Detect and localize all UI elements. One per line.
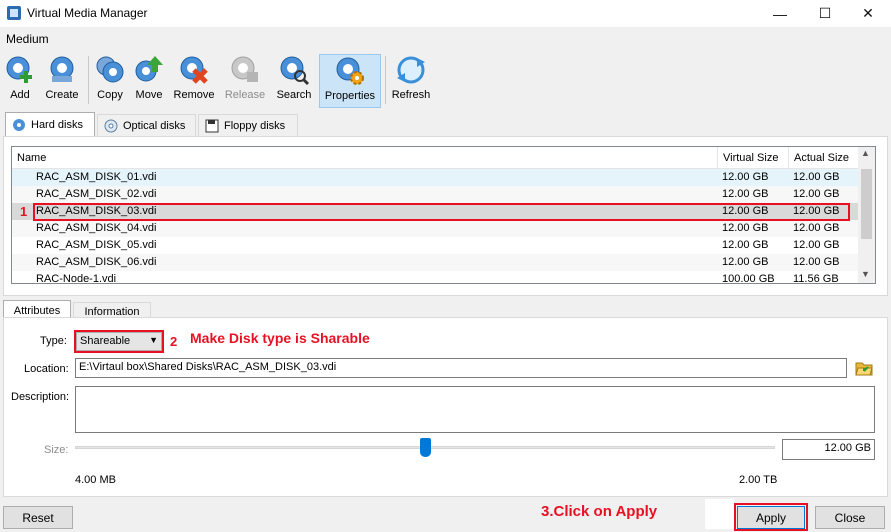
annotation-step-1: 1	[20, 204, 28, 219]
hard-disk-icon	[13, 119, 25, 131]
remove-disk-icon	[180, 56, 208, 84]
close-button[interactable]: Close	[815, 506, 885, 529]
table-row[interactable]: RAC_ASM_DISK_05.vdi 12.00 GB 12.00 GB	[12, 237, 860, 254]
tab-hard-disks[interactable]: Hard disks	[5, 112, 95, 137]
copy-button[interactable]: Copy	[93, 54, 127, 108]
refresh-icon	[397, 56, 425, 84]
title-bar: Virtual Media Manager — ☐ ✕	[0, 0, 891, 27]
menu-bar: Medium	[0, 27, 891, 49]
create-button[interactable]: Create	[42, 54, 82, 108]
toolbar-separator	[88, 56, 89, 104]
table-header: ⌃ Name Virtual Size Actual Size	[12, 147, 860, 169]
toolbar: Add Create Copy Move Remove Release Sear…	[0, 50, 891, 110]
annotation-box-apply	[734, 503, 808, 531]
column-actual-size[interactable]: Actual Size	[789, 147, 860, 169]
description-field[interactable]	[75, 386, 875, 433]
copy-disk-icon	[96, 56, 124, 83]
menu-medium[interactable]: Medium	[6, 32, 49, 46]
add-disk-icon	[6, 56, 32, 83]
table-row[interactable]: RAC_ASM_DISK_02.vdi 12.00 GB 12.00 GB	[12, 186, 860, 203]
size-min-label: 4.00 MB	[75, 474, 116, 486]
size-label: Size:	[44, 444, 69, 456]
location-field[interactable]: E:\Virtaul box\Shared Disks\RAC_ASM_DISK…	[75, 358, 847, 378]
search-disk-icon	[280, 56, 310, 86]
close-window-button[interactable]: ✕	[845, 0, 891, 27]
folder-open-icon[interactable]	[855, 359, 873, 377]
scrollbar-thumb[interactable]	[861, 169, 872, 239]
maximize-button[interactable]: ☐	[802, 0, 848, 27]
table-row[interactable]: RAC_ASM_DISK_01.vdi 12.00 GB 12.00 GB	[12, 169, 860, 186]
scroll-up-icon[interactable]: ▲	[861, 148, 870, 158]
release-button[interactable]: Release	[223, 54, 267, 108]
minimize-button[interactable]: —	[757, 0, 803, 27]
table-row[interactable]: RAC_ASM_DISK_06.vdi 12.00 GB 12.00 GB	[12, 254, 860, 271]
optical-disk-icon	[104, 119, 118, 133]
virtualbox-app-icon	[7, 6, 21, 20]
blank-area	[705, 499, 734, 529]
annotation-step-3-text: 3.Click on Apply	[541, 503, 658, 520]
type-label: Type:	[40, 335, 67, 347]
scroll-down-icon[interactable]: ▼	[861, 269, 870, 279]
reset-button[interactable]: Reset	[3, 506, 73, 529]
move-button[interactable]: Move	[131, 54, 167, 108]
column-name[interactable]: Name	[12, 147, 718, 169]
create-disk-icon	[50, 56, 74, 82]
tab-optical-disks[interactable]: Optical disks	[97, 114, 196, 137]
size-slider-thumb[interactable]	[420, 438, 431, 457]
remove-button[interactable]: Remove	[172, 54, 216, 108]
search-button[interactable]: Search	[274, 54, 314, 108]
properties-gear-icon	[336, 57, 364, 85]
move-disk-icon	[135, 56, 163, 82]
annotation-step-2: 2	[170, 334, 178, 349]
size-max-label: 2.00 TB	[739, 474, 778, 486]
tab-floppy-disks[interactable]: Floppy disks	[198, 114, 298, 137]
table-scrollbar[interactable]: ▲ ▼	[858, 147, 875, 283]
refresh-button[interactable]: Refresh	[391, 54, 431, 108]
release-disk-icon	[231, 56, 258, 82]
table-row[interactable]: RAC_ASM_DISK_04.vdi 12.00 GB 12.00 GB	[12, 220, 860, 237]
column-virtual-size[interactable]: Virtual Size	[718, 147, 789, 169]
description-label: Description:	[11, 391, 70, 403]
window-title: Virtual Media Manager	[27, 6, 148, 20]
properties-button[interactable]: Properties	[319, 54, 381, 108]
add-button[interactable]: Add	[3, 54, 37, 108]
location-label: Location:	[24, 363, 69, 375]
floppy-disk-icon	[205, 119, 219, 133]
annotation-box-type	[74, 330, 164, 353]
table-row[interactable]: RAC-Node-1.vdi 100.00 GB 11.56 GB	[12, 271, 860, 283]
toolbar-separator	[385, 56, 386, 104]
size-field[interactable]: 12.00 GB	[782, 439, 875, 460]
annotation-step-2-text: Make Disk type is Sharable	[190, 330, 370, 346]
annotation-box-selected-row	[33, 203, 850, 221]
